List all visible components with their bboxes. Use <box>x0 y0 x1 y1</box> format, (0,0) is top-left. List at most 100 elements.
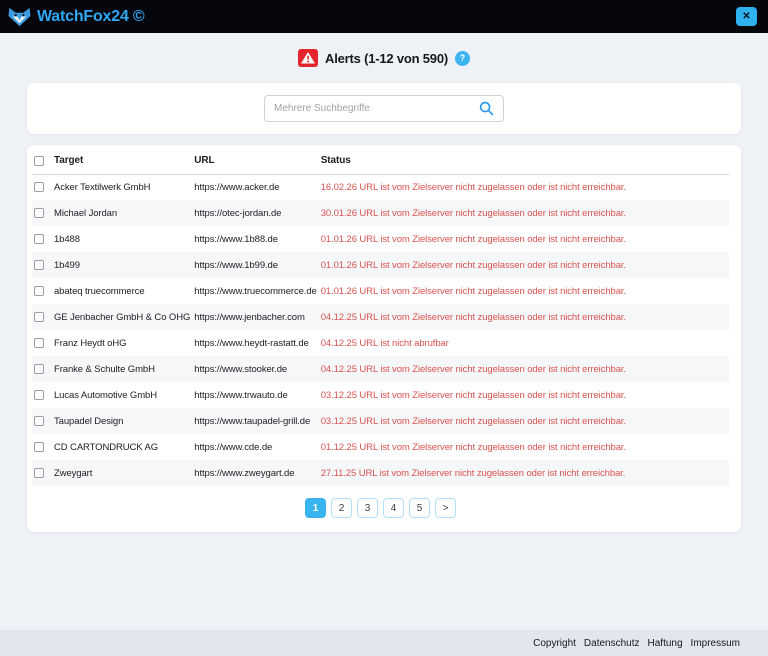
page-button-1[interactable]: 1 <box>305 498 326 518</box>
row-checkbox[interactable] <box>34 416 44 426</box>
row-checkbox-cell <box>32 356 52 382</box>
status-cell: 04.12.25 URL ist vom Zielserver nicht zu… <box>319 356 729 382</box>
row-checkbox[interactable] <box>34 286 44 296</box>
row-checkbox-cell <box>32 226 52 252</box>
page-button-2[interactable]: 2 <box>331 498 352 518</box>
search-box <box>264 95 504 122</box>
row-checkbox[interactable] <box>34 234 44 244</box>
page-title: Alerts (1-12 von 590) <box>325 51 448 66</box>
status-cell: 04.12.25 URL ist vom Zielserver nicht zu… <box>319 304 729 330</box>
page-button-4[interactable]: 4 <box>383 498 404 518</box>
url-cell: https://www.jenbacher.com <box>192 304 318 330</box>
search-icon[interactable] <box>479 101 494 116</box>
row-checkbox-cell <box>32 200 52 226</box>
url-cell: https://www.cde.de <box>192 434 318 460</box>
table-row[interactable]: Franke & Schulte GmbH https://www.stooke… <box>32 356 729 382</box>
topbar: WatchFox24 © ✕ <box>0 0 768 33</box>
table-row[interactable]: abateq truecommerce https://www.truecomm… <box>32 278 729 304</box>
target-cell: Zweygart <box>52 460 192 486</box>
footer-link-copyright[interactable]: Copyright <box>533 638 576 649</box>
status-cell: 03.12.25 URL ist vom Zielserver nicht zu… <box>319 408 729 434</box>
url-cell: https://www.1b99.de <box>192 252 318 278</box>
column-header-target[interactable]: Target <box>52 148 192 174</box>
row-checkbox[interactable] <box>34 312 44 322</box>
row-checkbox[interactable] <box>34 260 44 270</box>
status-cell: 01.01.26 URL ist vom Zielserver nicht zu… <box>319 252 729 278</box>
row-checkbox-cell <box>32 252 52 278</box>
status-cell: 04.12.25 URL ist nicht abrufbar <box>319 330 729 356</box>
row-checkbox-cell <box>32 408 52 434</box>
row-checkbox[interactable] <box>34 390 44 400</box>
footer-link-haftung[interactable]: Haftung <box>648 638 683 649</box>
alerts-table-card: Target URL Status Acker Textilwerk GmbH … <box>27 145 741 532</box>
row-checkbox[interactable] <box>34 208 44 218</box>
url-cell: https://www.acker.de <box>192 174 318 200</box>
target-cell: GE Jenbacher GmbH & Co OHG <box>52 304 192 330</box>
row-checkbox[interactable] <box>34 442 44 452</box>
status-cell: 01.01.26 URL ist vom Zielserver nicht zu… <box>319 278 729 304</box>
row-checkbox[interactable] <box>34 338 44 348</box>
search-card <box>27 83 741 134</box>
url-cell: https://www.heydt-rastatt.de <box>192 330 318 356</box>
page-button-3[interactable]: 3 <box>357 498 378 518</box>
table-row[interactable]: Michael Jordan https://otec-jordan.de 30… <box>32 200 729 226</box>
url-cell: https://otec-jordan.de <box>192 200 318 226</box>
footer-link-impressum[interactable]: Impressum <box>691 638 740 649</box>
row-checkbox-cell <box>32 174 52 200</box>
target-cell: Franke & Schulte GmbH <box>52 356 192 382</box>
fox-logo-icon <box>8 7 31 27</box>
url-cell: https://www.1b88.de <box>192 226 318 252</box>
next-page-button[interactable]: > <box>435 498 456 518</box>
status-cell: 16.02.26 URL ist vom Zielserver nicht zu… <box>319 174 729 200</box>
alerts-table-body: Acker Textilwerk GmbH https://www.acker.… <box>32 174 729 486</box>
status-cell: 03.12.25 URL ist vom Zielserver nicht zu… <box>319 382 729 408</box>
url-cell: https://www.stooker.de <box>192 356 318 382</box>
alerts-table: Target URL Status Acker Textilwerk GmbH … <box>32 148 729 486</box>
pagination: 1 2 3 4 5 > <box>32 486 729 518</box>
target-cell: 1b488 <box>52 226 192 252</box>
table-row[interactable]: Zweygart https://www.zweygart.de 27.11.2… <box>32 460 729 486</box>
row-checkbox[interactable] <box>34 364 44 374</box>
table-row[interactable]: GE Jenbacher GmbH & Co OHG https://www.j… <box>32 304 729 330</box>
footer-link-datenschutz[interactable]: Datenschutz <box>584 638 640 649</box>
table-header-row: Target URL Status <box>32 148 729 174</box>
page-button-5[interactable]: 5 <box>409 498 430 518</box>
table-row[interactable]: Lucas Automotive GmbH https://www.trwaut… <box>32 382 729 408</box>
select-all-cell <box>32 148 52 174</box>
url-cell: https://www.zweygart.de <box>192 460 318 486</box>
table-row[interactable]: CD CARTONDRUCK AG https://www.cde.de 01.… <box>32 434 729 460</box>
target-cell: Taupadel Design <box>52 408 192 434</box>
help-icon[interactable]: ? <box>455 51 470 66</box>
status-cell: 27.11.25 URL ist vom Zielserver nicht zu… <box>319 460 729 486</box>
row-checkbox-cell <box>32 382 52 408</box>
close-button[interactable]: ✕ <box>736 7 757 26</box>
table-row[interactable]: 1b499 https://www.1b99.de 01.01.26 URL i… <box>32 252 729 278</box>
target-cell: CD CARTONDRUCK AG <box>52 434 192 460</box>
brand: WatchFox24 © <box>8 7 144 27</box>
select-all-checkbox[interactable] <box>34 156 44 166</box>
target-cell: Franz Heydt oHG <box>52 330 192 356</box>
search-input[interactable] <box>274 103 473 114</box>
row-checkbox[interactable] <box>34 182 44 192</box>
status-cell: 30.01.26 URL ist vom Zielserver nicht zu… <box>319 200 729 226</box>
column-header-status[interactable]: Status <box>319 148 729 174</box>
target-cell: Acker Textilwerk GmbH <box>52 174 192 200</box>
table-row[interactable]: Franz Heydt oHG https://www.heydt-rastat… <box>32 330 729 356</box>
table-row[interactable]: Taupadel Design https://www.taupadel-gri… <box>32 408 729 434</box>
table-row[interactable]: Acker Textilwerk GmbH https://www.acker.… <box>32 174 729 200</box>
page-title-row: Alerts (1-12 von 590) ? <box>0 33 768 70</box>
table-row[interactable]: 1b488 https://www.1b88.de 01.01.26 URL i… <box>32 226 729 252</box>
status-cell: 01.12.25 URL ist vom Zielserver nicht zu… <box>319 434 729 460</box>
column-header-url[interactable]: URL <box>192 148 318 174</box>
status-cell: 01.01.26 URL ist vom Zielserver nicht zu… <box>319 226 729 252</box>
target-cell: 1b499 <box>52 252 192 278</box>
row-checkbox-cell <box>32 278 52 304</box>
row-checkbox-cell <box>32 304 52 330</box>
target-cell: Michael Jordan <box>52 200 192 226</box>
url-cell: https://www.trwauto.de <box>192 382 318 408</box>
row-checkbox[interactable] <box>34 468 44 478</box>
target-cell: Lucas Automotive GmbH <box>52 382 192 408</box>
url-cell: https://www.taupadel-grill.de <box>192 408 318 434</box>
row-checkbox-cell <box>32 434 52 460</box>
footer: Copyright Datenschutz Haftung Impressum <box>0 630 768 656</box>
